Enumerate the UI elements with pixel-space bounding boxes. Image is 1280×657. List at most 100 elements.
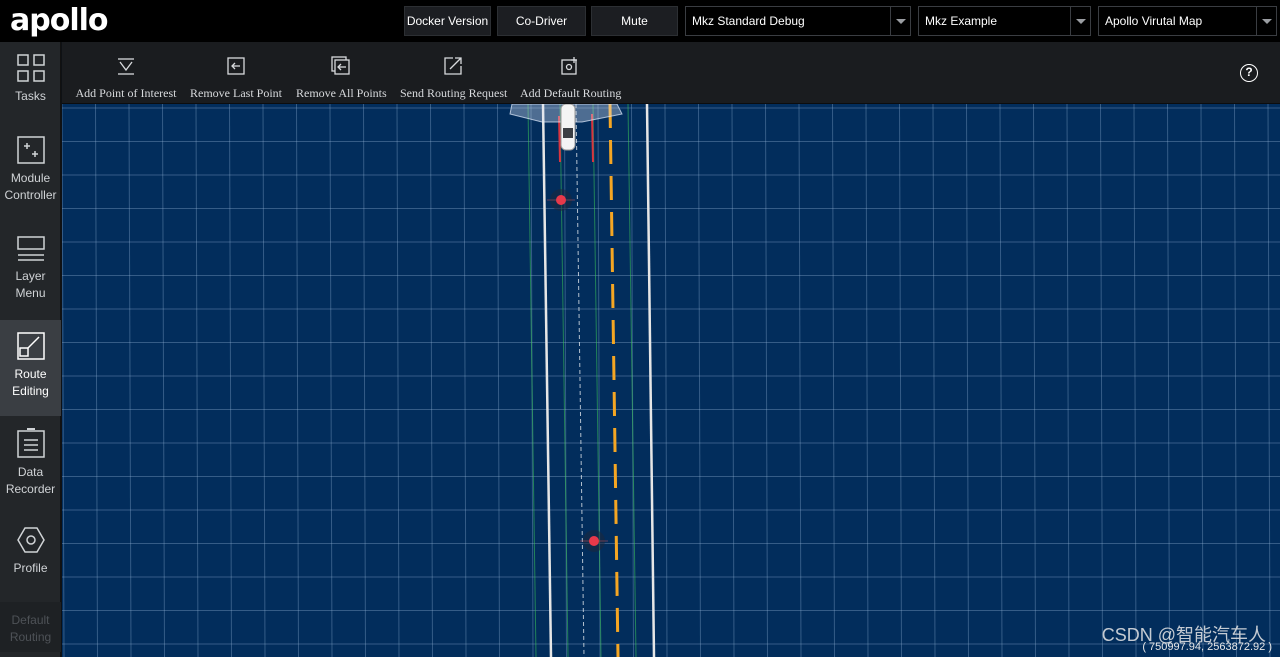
grid-line: [95, 104, 98, 657]
map-select[interactable]: Apollo Virutal Map: [1098, 6, 1277, 36]
grid-line: [128, 104, 132, 657]
chevron-down-icon: [1070, 7, 1090, 35]
map-grid: [62, 104, 1280, 657]
module-controller-icon: [16, 136, 45, 164]
sidebar-item-layer-menu[interactable]: Layer Menu: [0, 234, 61, 312]
grid-line: [698, 104, 701, 657]
stop-marker: [558, 115, 561, 163]
co-driver-button[interactable]: Co-Driver: [497, 6, 586, 36]
top-header: apollo Docker Version Co-Driver Mute Mkz…: [0, 0, 1280, 42]
grid-line: [396, 104, 400, 657]
sidebar-item-label: Routing: [9, 630, 52, 644]
grid-line: [62, 104, 65, 657]
ego-vehicle: [560, 104, 576, 151]
grid-line: [932, 104, 936, 657]
help-icon[interactable]: ?: [1240, 64, 1258, 82]
map-select-value: Apollo Virutal Map: [1105, 14, 1203, 28]
sidebar-item-default-routing[interactable]: Default Routing: [0, 602, 61, 652]
grid-line: [463, 104, 467, 657]
sidebar-item-label: Tasks: [15, 89, 46, 103]
grid-line: [296, 104, 299, 657]
remove-last-point-button[interactable]: Remove Last Point: [190, 42, 282, 104]
grid-line: [363, 104, 366, 657]
route-editing-icon: [16, 332, 45, 360]
grid-line: [664, 104, 668, 657]
grid-line: [1234, 104, 1237, 657]
docker-version-button[interactable]: Docker Version: [404, 6, 491, 36]
map-scene: [62, 104, 1280, 657]
send-routing-request-button[interactable]: Send Routing Request: [400, 42, 507, 104]
sidebar-item-label: Route: [14, 367, 47, 381]
sidebar-item-label: Profile: [13, 561, 48, 575]
remove-all-points-label: Remove All Points: [296, 86, 387, 100]
remove-last-point-label: Remove Last Point: [190, 86, 282, 100]
layer-menu-icon: [16, 236, 45, 261]
apollo-logo: apollo: [10, 3, 109, 38]
add-default-routing-icon: [561, 57, 577, 75]
remove-all-points-button[interactable]: Remove All Points: [296, 42, 387, 104]
grid-line: [731, 104, 735, 657]
mode-select[interactable]: Mkz Standard Debug: [685, 6, 911, 36]
sidebar-item-label: Editing: [12, 384, 49, 398]
sidebar-item-label: Controller: [4, 188, 57, 202]
grid-line: [966, 104, 969, 657]
sidebar-item-profile[interactable]: Profile: [0, 526, 61, 582]
chevron-down-icon: [1256, 7, 1276, 35]
sidebar: Tasks Module Controller Layer Menu Route…: [0, 42, 61, 657]
vehicle-select[interactable]: Mkz Example: [918, 6, 1091, 36]
grid-line: [832, 104, 835, 657]
grid-icon: [16, 54, 45, 82]
grid-line: [798, 104, 802, 657]
grid-line: [1167, 104, 1170, 657]
route-point: [589, 536, 599, 546]
add-point-of-interest-label: Add Point of Interest: [75, 86, 177, 100]
remove-all-icon: [331, 56, 350, 75]
grid-line: [1066, 104, 1070, 657]
chevron-down-icon: [890, 7, 910, 35]
grid-line: [1200, 104, 1204, 657]
mode-select-value: Mkz Standard Debug: [692, 14, 805, 28]
route-point: [556, 195, 566, 205]
sidebar-item-label: Menu: [15, 286, 46, 300]
grid-line: [865, 104, 869, 657]
grid-line: [765, 104, 768, 657]
grid-line: [229, 104, 232, 657]
add-default-routing-button[interactable]: Add Default Routing: [520, 42, 622, 104]
sidebar-item-label: Module: [10, 171, 51, 185]
lane-centerline: [575, 104, 585, 657]
road-boundary-right: [645, 104, 656, 657]
sidebar-item-label: Layer: [15, 269, 46, 283]
sidebar-item-label: Data: [17, 465, 44, 479]
grid-line: [1133, 104, 1137, 657]
sidebar-item-route-editing[interactable]: Route Editing: [0, 320, 61, 416]
grid-line: [329, 104, 333, 657]
grid-line: [497, 104, 500, 657]
lane-divider-yellow: [608, 104, 620, 657]
add-point-of-interest-button[interactable]: Add Point of Interest: [74, 42, 178, 104]
grid-line: [564, 104, 567, 657]
add-default-routing-label: Add Default Routing: [520, 86, 622, 100]
grid-line: [899, 104, 902, 657]
sidebar-item-data-recorder[interactable]: Data Recorder: [0, 428, 61, 508]
undo-arrow-icon: [227, 57, 245, 75]
road-boundary-left: [541, 104, 553, 657]
grid-line: [262, 104, 266, 657]
sidebar-item-module-controller[interactable]: Module Controller: [0, 136, 61, 216]
reference-line: [592, 104, 602, 657]
grid-line: [1267, 104, 1271, 657]
route-editing-toolbar: Add Point of Interest Remove Last Point …: [62, 42, 1280, 104]
grid-line: [195, 104, 199, 657]
send-arrow-icon: [444, 57, 462, 75]
mute-button[interactable]: Mute: [591, 6, 678, 36]
map-canvas[interactable]: CSDN @智能汽车人 ( 750997.94, 2563872.92 ): [62, 104, 1280, 657]
stop-marker: [591, 113, 594, 163]
sidebar-item-label: Default: [11, 613, 50, 627]
vehicle-select-value: Mkz Example: [925, 14, 998, 28]
coordinates-readout: ( 750997.94, 2563872.92 ): [1142, 641, 1272, 653]
grid-line: [430, 104, 433, 657]
data-recorder-icon: [16, 428, 45, 458]
hexagon-icon: [16, 527, 45, 553]
sidebar-item-tasks[interactable]: Tasks: [0, 54, 61, 128]
reference-line: [527, 104, 537, 657]
grid-line: [1100, 104, 1103, 657]
